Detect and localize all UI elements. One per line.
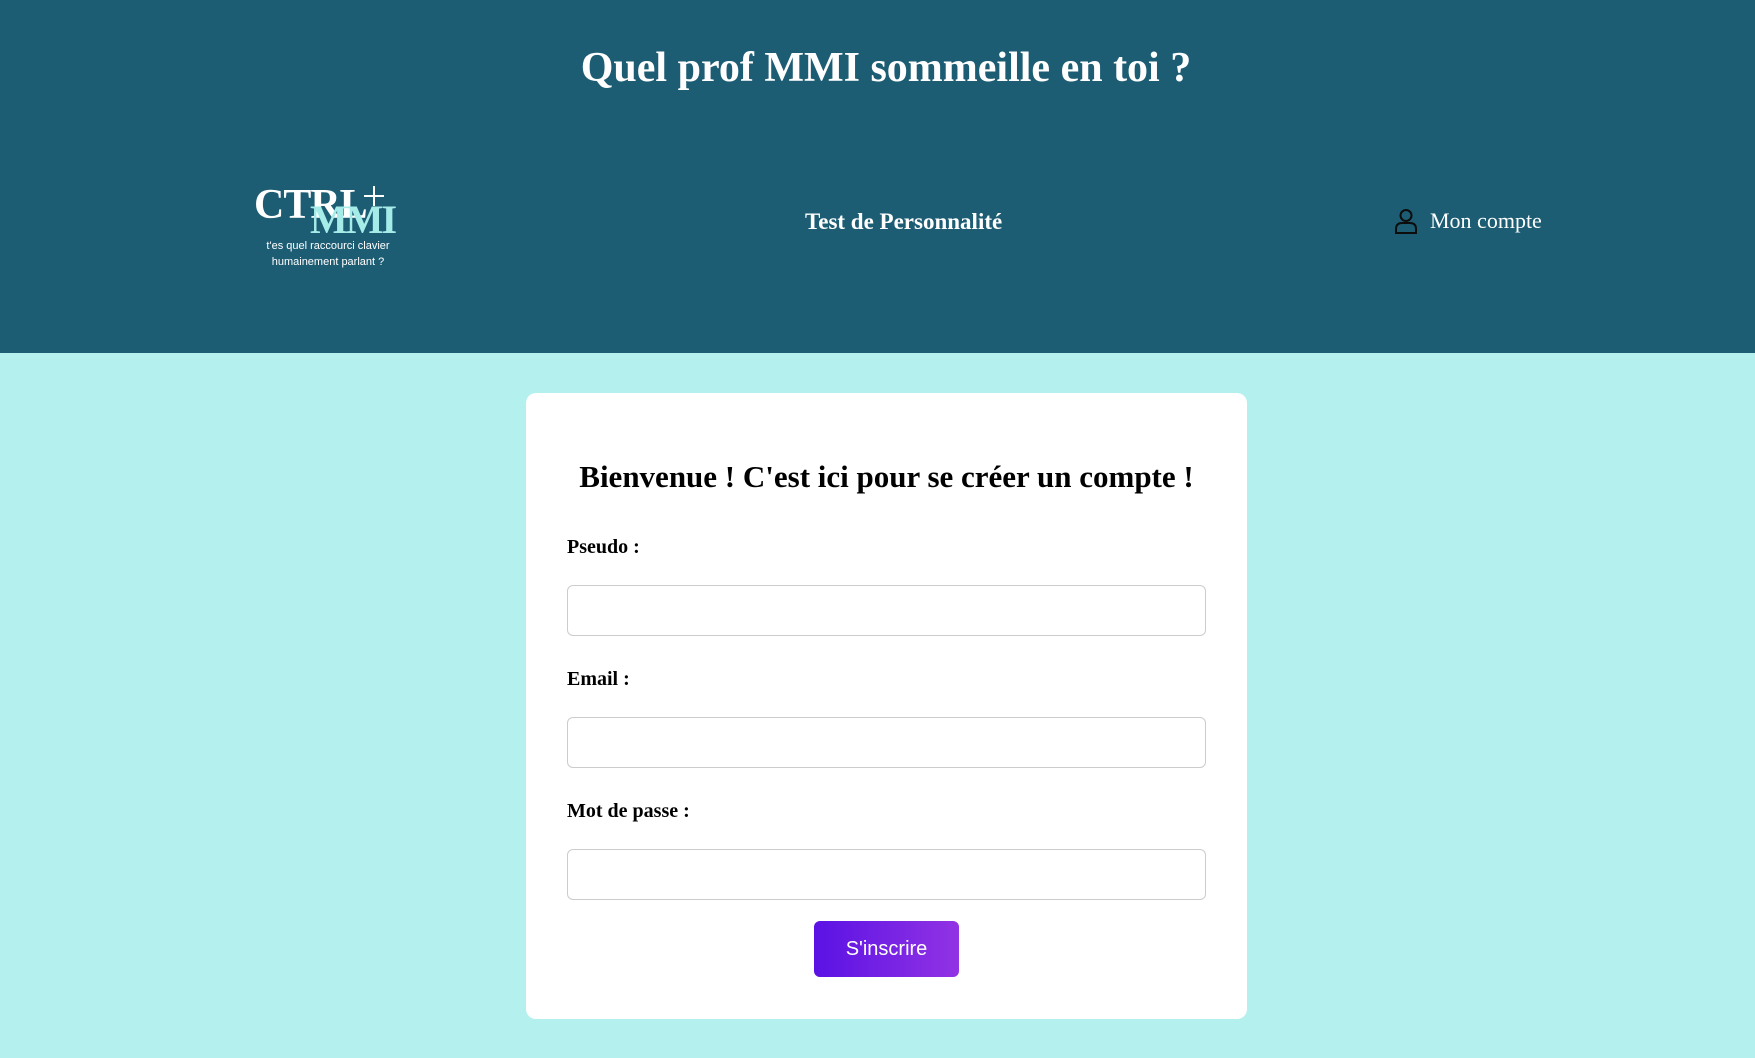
plus-icon: [364, 186, 384, 206]
logo-mmi-text: MMI: [310, 197, 397, 242]
account-link[interactable]: Mon compte: [1394, 208, 1542, 234]
nav-link-personality-test[interactable]: Test de Personnalité: [805, 209, 1002, 235]
logo-tagline: t'es quel raccourci clavier humainement …: [254, 238, 402, 270]
signup-card: Bienvenue ! C'est ici pour se créer un c…: [526, 393, 1247, 1019]
site-title: Quel prof MMI sommeille en toi ?: [580, 45, 1192, 91]
site-logo[interactable]: CTRL MMI t'es quel raccourci clavier hum…: [254, 184, 404, 274]
signup-title: Bienvenue ! C'est ici pour se créer un c…: [579, 459, 1194, 494]
pseudo-input[interactable]: [567, 585, 1206, 636]
site-header: Quel prof MMI sommeille en toi ? CTRL MM…: [0, 0, 1755, 353]
pseudo-label: Pseudo :: [567, 536, 640, 558]
account-label: Mon compte: [1430, 208, 1542, 233]
signup-button[interactable]: S'inscrire: [814, 921, 959, 977]
password-label: Mot de passe :: [567, 800, 690, 822]
logo-tagline-line1: t'es quel raccourci clavier: [266, 240, 390, 252]
email-input[interactable]: [567, 717, 1206, 768]
user-icon: [1394, 208, 1418, 234]
password-input[interactable]: [567, 849, 1206, 900]
email-label: Email :: [567, 668, 630, 690]
logo-tagline-line2: humainement parlant ?: [271, 256, 385, 268]
